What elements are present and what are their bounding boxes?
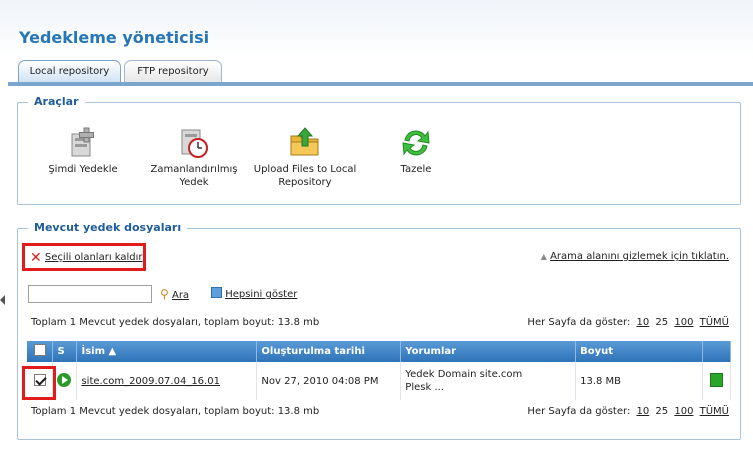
tab-local-repository[interactable]: Local repository bbox=[18, 60, 121, 83]
col-actions-header bbox=[702, 341, 732, 362]
col-s-header[interactable]: S bbox=[52, 341, 78, 362]
col-comments-header[interactable]: Yorumlar bbox=[400, 341, 577, 362]
row-status-cell bbox=[52, 362, 78, 400]
summary-bottom: Toplam 1 Mevcut yedek dosyaları, toplam … bbox=[31, 406, 320, 417]
search-link[interactable]: Ara bbox=[172, 290, 189, 301]
per-page-all[interactable]: TÜMÜ bbox=[700, 317, 729, 328]
play-arrow-icon[interactable] bbox=[57, 372, 72, 387]
row-created-cell: Nov 27, 2010 04:08 PM bbox=[256, 362, 402, 400]
backup-table: S İsim ▲ Oluşturulma tarihi Yorumlar Boy… bbox=[27, 341, 732, 400]
highlight-box-remove bbox=[22, 243, 146, 271]
per-page-100-bottom[interactable]: 100 bbox=[674, 406, 693, 417]
per-page-10[interactable]: 10 bbox=[637, 317, 650, 328]
refresh-icon bbox=[402, 130, 430, 156]
collapse-arrow-icon[interactable] bbox=[0, 295, 5, 305]
upload-files-button[interactable]: Upload Files to Local Repository bbox=[250, 126, 360, 189]
row-comments-cell: Yedek Domain site.com Plesk ... bbox=[400, 362, 577, 400]
upload-folder-icon bbox=[290, 127, 319, 156]
highlight-box-checkbox bbox=[22, 366, 56, 400]
per-page-bottom: Her Sayfa da göster: 10 25 100 TÜMÜ bbox=[527, 406, 729, 417]
backup-manager-page: Yedekleme yöneticisi Local repository FT… bbox=[0, 0, 753, 453]
backup-now-icon bbox=[71, 127, 94, 157]
row-action-cell bbox=[702, 362, 732, 400]
summary-top: Toplam 1 Mevcut yedek dosyaları, toplam … bbox=[31, 317, 320, 328]
scheduled-backup-button[interactable]: Zamanlandırılmış Yedek bbox=[139, 126, 249, 189]
row-name-cell: site.com_2009.07.04_16.01 bbox=[76, 362, 258, 400]
show-all-icon bbox=[211, 287, 222, 298]
refresh-label: Tazele bbox=[400, 164, 432, 175]
per-page-25: 25 bbox=[655, 317, 669, 328]
table-header-row: S İsim ▲ Oluşturulma tarihi Yorumlar Boy… bbox=[27, 341, 732, 362]
refresh-button[interactable]: Tazele bbox=[361, 126, 471, 176]
comment-line-1: Yedek Domain site.com bbox=[405, 369, 523, 380]
hide-search-link[interactable]: Arama alanını gizlemek için tıklatın. bbox=[550, 251, 729, 262]
col-created-header[interactable]: Oluşturulma tarihi bbox=[256, 341, 402, 362]
col-name-header[interactable]: İsim ▲ bbox=[76, 341, 258, 362]
page-title: Yedekleme yöneticisi bbox=[19, 28, 210, 47]
show-all-link[interactable]: Hepsini göster bbox=[225, 289, 297, 300]
per-page-label: Her Sayfa da göster: bbox=[527, 317, 631, 328]
backup-file-link[interactable]: site.com_2009.07.04_16.01 bbox=[81, 376, 219, 387]
magnifier-icon: ⚲ bbox=[160, 287, 169, 301]
table-row: site.com_2009.07.04_16.01 Nov 27, 2010 0… bbox=[27, 362, 732, 400]
select-all-header[interactable] bbox=[27, 341, 54, 362]
select-all-checkbox[interactable] bbox=[33, 344, 46, 356]
tab-divider bbox=[8, 82, 753, 86]
triangle-up-icon: ▲ bbox=[540, 252, 547, 261]
col-size-header[interactable]: Boyut bbox=[575, 341, 703, 362]
per-page-25-bottom: 25 bbox=[655, 406, 669, 417]
scheduled-backup-icon bbox=[181, 129, 208, 158]
show-all-button[interactable]: Hepsini göster bbox=[211, 287, 297, 300]
backup-files-legend: Mevcut yedek dosyaları bbox=[28, 221, 188, 234]
search-input[interactable] bbox=[28, 285, 152, 303]
backup-now-button[interactable]: Şimdi Yedekle bbox=[28, 126, 138, 176]
per-page-10-bottom[interactable]: 10 bbox=[637, 406, 650, 417]
user-icon[interactable] bbox=[709, 372, 723, 387]
tools-legend: Araçlar bbox=[28, 95, 85, 108]
per-page-100[interactable]: 100 bbox=[674, 317, 693, 328]
per-page-all-bottom[interactable]: TÜMÜ bbox=[700, 406, 729, 417]
tab-ftp-repository[interactable]: FTP repository bbox=[124, 60, 222, 83]
per-page-top: Her Sayfa da göster: 10 25 100 TÜMÜ bbox=[527, 317, 729, 328]
backup-now-label: Şimdi Yedekle bbox=[48, 164, 118, 175]
per-page-label-bottom: Her Sayfa da göster: bbox=[527, 406, 631, 417]
upload-files-label: Upload Files to Local Repository bbox=[253, 164, 357, 188]
scheduled-backup-label: Zamanlandırılmış Yedek bbox=[150, 164, 238, 188]
row-size-cell: 13.8 MB bbox=[575, 362, 703, 400]
search-button[interactable]: ⚲ Ara bbox=[160, 287, 189, 301]
comment-line-2: Plesk ... bbox=[405, 382, 444, 393]
hide-search-toggle[interactable]: ▲ Arama alanını gizlemek için tıklatın. bbox=[541, 251, 729, 262]
